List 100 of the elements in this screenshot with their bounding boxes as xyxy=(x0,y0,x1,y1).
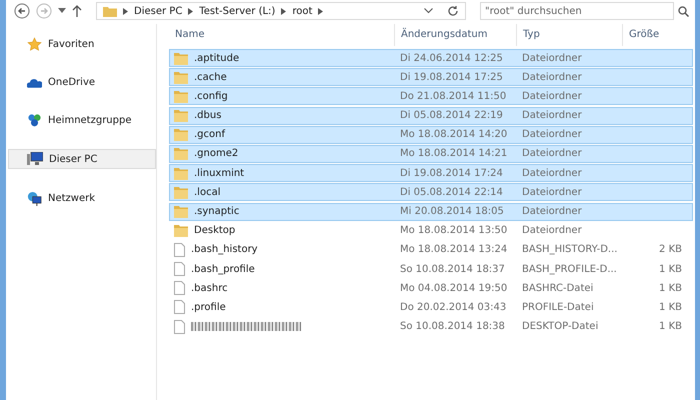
file-type: Dateiordner xyxy=(521,129,583,140)
column-header[interactable]: Änderungsdatum xyxy=(395,24,517,46)
sidebar-item[interactable]: OneDrive xyxy=(8,74,156,91)
file-type: Dateiordner xyxy=(521,148,583,160)
network-icon xyxy=(27,191,42,206)
folder-icon xyxy=(174,205,188,218)
file-name: .bashrc xyxy=(191,282,228,294)
file-type: DESKTOP-Datei xyxy=(521,321,600,332)
file-type: Dateiordner xyxy=(521,168,583,179)
file-row[interactable]: Desktop Mo 18.08.2014 13:50 Dateiordner xyxy=(169,222,693,240)
file-row[interactable]: .local Di 05.08.2014 22:14 Dateiordner xyxy=(169,183,693,202)
column-header[interactable]: Größe xyxy=(623,24,693,46)
breadcrumb[interactable]: Test-Server (L:) xyxy=(199,6,276,16)
folder-icon xyxy=(174,90,188,103)
file-row[interactable]: .bash_profile So 10.08.2014 18:37 BASH_PROFILE-D... 1 KB xyxy=(169,260,693,278)
file-type: BASH_PROFILE-D... xyxy=(521,264,618,275)
chevron-icon xyxy=(318,8,324,14)
date-modified: Do 21.08.2014 11:50 xyxy=(399,90,508,102)
file-name: .profile xyxy=(191,302,226,313)
column-header[interactable]: Typ xyxy=(517,24,623,46)
file-type: BASHRC-Datei xyxy=(521,282,594,294)
chevron-icon xyxy=(281,8,286,14)
file-type: PROFILE-Datei xyxy=(521,302,595,313)
chevron-icon xyxy=(188,8,194,14)
file-size: 2 KB xyxy=(659,244,682,256)
file-icon xyxy=(174,300,185,314)
dropdown-caret-icon[interactable] xyxy=(424,8,433,14)
date-modified: Di 05.08.2014 22:19 xyxy=(399,110,504,122)
file-icon xyxy=(174,262,185,276)
date-modified: Di 19.08.2014 17:25 xyxy=(399,72,504,83)
date-modified: Mo 18.08.2014 13:24 xyxy=(399,244,508,256)
file-row[interactable]: .gnome2 Mo 18.08.2014 14:21 Dateiordner xyxy=(169,144,693,163)
file-name: .dbus xyxy=(194,110,222,122)
file-type: Dateiordner xyxy=(521,225,583,236)
chevron-icon xyxy=(123,8,128,14)
file-name: .linuxmint xyxy=(194,168,244,179)
file-name: .synaptic xyxy=(194,206,240,217)
file-type: Dateiordner xyxy=(521,90,583,102)
file-row[interactable]: .synaptic Mi 20.08.2014 18:05 Dateiordner xyxy=(169,202,693,220)
file-name: .bash_history xyxy=(191,244,258,256)
file-row[interactable]: .profile Do 20.02.2014 03:43 PROFILE-Datei 1 KB xyxy=(169,298,693,316)
cloud-icon xyxy=(27,78,42,88)
file-name: .bash_profile xyxy=(191,264,255,275)
file-name: .config xyxy=(194,90,228,102)
sidebar-item[interactable]: Favoriten xyxy=(8,34,156,55)
file-size: 1 KB xyxy=(659,302,682,313)
file-name: Desktop xyxy=(194,225,236,236)
file-row[interactable]: So 10.08.2014 18:38 DESKTOP-Datei 1 KB xyxy=(169,318,693,336)
file-type: Dateiordner xyxy=(521,110,583,122)
date-modified: Di 24.06.2014 12:25 xyxy=(399,52,504,64)
homegroup-icon xyxy=(27,113,42,127)
up-arrow-icon[interactable] xyxy=(72,5,82,17)
back-button[interactable] xyxy=(14,3,30,19)
date-modified: Di 19.08.2014 17:24 xyxy=(399,168,504,179)
folder-icon xyxy=(174,186,188,199)
address-bar[interactable]: Dieser PC Test-Server (L:) root xyxy=(96,2,466,20)
date-modified: Mo 18.08.2014 13:50 xyxy=(399,225,508,236)
date-modified: Mo 18.08.2014 14:20 xyxy=(399,129,508,140)
file-name: .cache xyxy=(194,72,227,83)
file-name: .gnome2 xyxy=(194,148,238,160)
date-modified: Mo 04.08.2014 19:50 xyxy=(399,282,508,294)
file-icon xyxy=(174,242,185,257)
file-size: 1 KB xyxy=(659,282,682,294)
breadcrumb[interactable]: root xyxy=(292,6,312,16)
file-type: BASH_HISTORY-D... xyxy=(521,244,618,256)
file-row[interactable]: .gconf Mo 18.08.2014 14:20 Dateiordner xyxy=(169,126,693,144)
sidebar-item[interactable]: Netzwerk xyxy=(8,188,156,209)
file-name: .local xyxy=(194,186,220,198)
file-type: Dateiordner xyxy=(521,206,583,217)
search-field[interactable]: "root" durchsuchen xyxy=(480,2,674,20)
file-row[interactable]: .aptitude Di 24.06.2014 12:25 Dateiordner xyxy=(169,49,693,67)
folder-icon xyxy=(174,109,188,122)
caret-icon[interactable] xyxy=(58,8,66,14)
file-type: Dateiordner xyxy=(521,186,583,198)
refresh-icon[interactable] xyxy=(447,5,459,17)
sidebar-item[interactable]: Heimnetzgruppe xyxy=(8,110,156,130)
column-header[interactable]: Name xyxy=(169,24,395,46)
file-row[interactable]: .bashrc Mo 04.08.2014 19:50 BASHRC-Datei 1 KB xyxy=(169,279,693,298)
file-size: 1 KB xyxy=(659,321,682,332)
file-name: .gconf xyxy=(194,129,226,140)
file-row[interactable]: .dbus Di 05.08.2014 22:19 Dateiordner xyxy=(169,106,693,125)
folder-icon xyxy=(174,224,188,238)
file-name: .aptitude xyxy=(194,52,240,64)
computer-icon xyxy=(27,152,43,166)
file-row[interactable]: .linuxmint Di 19.08.2014 17:24 Dateiordner xyxy=(169,164,693,182)
folder-icon xyxy=(174,70,188,84)
folder-icon xyxy=(103,6,117,16)
folder-icon xyxy=(174,128,188,142)
file-size: 1 KB xyxy=(659,264,682,275)
file-row[interactable]: .bash_history Mo 18.08.2014 13:24 BASH_HISTORY-D... 2 KB xyxy=(169,240,693,259)
breadcrumb[interactable]: Dieser PC xyxy=(134,6,182,16)
date-modified: Mi 20.08.2014 18:05 xyxy=(399,206,505,217)
folder-icon xyxy=(174,166,188,180)
file-row[interactable]: .config Do 21.08.2014 11:50 Dateiordner xyxy=(169,87,693,106)
file-row[interactable]: .cache Di 19.08.2014 17:25 Dateiordner xyxy=(169,68,693,86)
folder-icon xyxy=(174,147,188,160)
date-modified: Mo 18.08.2014 14:21 xyxy=(399,148,508,160)
file-icon xyxy=(174,320,185,334)
folder-icon xyxy=(174,52,188,64)
sidebar-item[interactable]: Dieser PC xyxy=(8,149,156,169)
